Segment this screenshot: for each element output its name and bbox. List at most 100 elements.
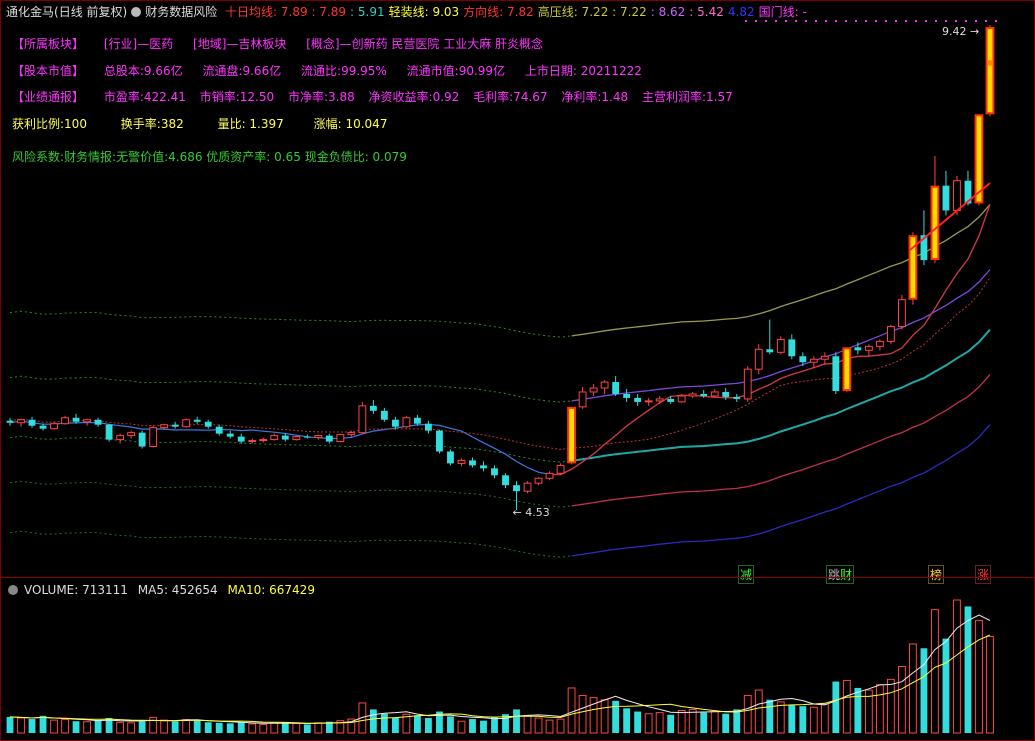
- candle-body: [886, 326, 895, 342]
- volume-bar: [975, 619, 983, 734]
- volume-bar: [931, 609, 939, 734]
- volume-bar: [237, 722, 245, 733]
- volume-bar: [127, 722, 136, 734]
- candle-body: [722, 391, 730, 397]
- volume-bar: [710, 711, 719, 734]
- candle-body: [149, 427, 158, 448]
- candle-body: [50, 423, 58, 430]
- volume-bar: [204, 722, 212, 733]
- volume-bar: [897, 666, 906, 734]
- candle-body: [534, 477, 543, 484]
- volume-bar: [369, 709, 377, 733]
- volume-bar: [809, 706, 818, 734]
- signal-finance: 跳财: [826, 565, 855, 584]
- candle-body: [259, 439, 268, 442]
- volume-bar: [799, 706, 807, 733]
- candle-body: [138, 432, 146, 447]
- volume-bar: [964, 606, 972, 733]
- volume-bar: [600, 699, 609, 734]
- candle-body: [303, 436, 311, 438]
- candle-body: [612, 382, 620, 394]
- candle-body: [667, 398, 675, 402]
- volume-bar: [766, 699, 774, 733]
- candle-body: [688, 393, 697, 397]
- volume-bar: [39, 715, 47, 733]
- volume-bar: [644, 713, 653, 734]
- candle-body: [391, 419, 399, 427]
- volume-bar: [545, 719, 554, 734]
- volume-bar: [226, 723, 234, 733]
- volume-bar: [722, 713, 730, 733]
- volume-bar: [776, 701, 785, 734]
- volume-bar: [754, 689, 763, 734]
- volume-bar: [270, 722, 279, 734]
- volume-bar: [743, 694, 752, 734]
- candle-body: [864, 345, 873, 351]
- candle-body: [160, 424, 169, 429]
- candle-body: [491, 468, 498, 476]
- band-lower-line: [571, 374, 991, 507]
- candle-body: [788, 339, 796, 357]
- band-bottom-line-dashed: [9, 530, 572, 558]
- candle-body: [369, 405, 377, 411]
- candle-body: [820, 355, 829, 360]
- volume-bar: [623, 708, 631, 733]
- candle-body: [281, 435, 289, 440]
- volume-bar: [820, 703, 829, 734]
- candle-body: [116, 435, 125, 441]
- volume-bar: [314, 722, 323, 734]
- volume-bar: [513, 709, 520, 733]
- candle-body: [380, 410, 388, 420]
- volume-value: VOLUME: 713111: [24, 583, 128, 597]
- volume-bar: [303, 724, 311, 733]
- volume-bar: [655, 712, 664, 734]
- volume-bar: [6, 716, 14, 733]
- candle-body: [457, 459, 466, 464]
- candle-body: [513, 485, 520, 492]
- candle-body: [17, 419, 25, 424]
- volume-bar: [523, 715, 532, 734]
- candle-body-highlight: [932, 187, 938, 259]
- candle-body: [171, 424, 179, 427]
- candle-body: [799, 356, 807, 363]
- volume-header: VOLUME: 713111 MA5: 452654 MA10: 667429: [6, 583, 321, 597]
- candle-body: [754, 348, 763, 370]
- candle-body: [600, 381, 609, 389]
- candle-body: [469, 460, 476, 466]
- volume-bar: [457, 720, 466, 734]
- support-line: [909, 182, 991, 251]
- volume-bar: [832, 681, 840, 733]
- band-upper-line: [571, 269, 991, 402]
- candle-body-highlight: [844, 349, 850, 389]
- band-mid-line-dashed: [9, 435, 572, 463]
- candle-body: [28, 419, 36, 426]
- gear-icon[interactable]: [8, 585, 18, 595]
- volume-bar: [50, 719, 58, 734]
- candle-body: [105, 424, 113, 440]
- candle-body-highlight: [976, 116, 982, 202]
- high-price-label: 9.42 →: [942, 25, 979, 38]
- candle-body: [942, 185, 950, 211]
- volume-bar: [380, 713, 388, 733]
- candle-body: [766, 349, 774, 353]
- band-top-line-dashed: [9, 310, 572, 338]
- volume-ma5: MA5: 452654: [137, 583, 218, 597]
- volume-bar: [447, 716, 454, 733]
- volume-bar: [842, 679, 851, 734]
- signal-rise: 涨: [975, 565, 992, 584]
- candle-body: [700, 393, 708, 396]
- candle-body: [39, 425, 47, 429]
- candle-body: [655, 398, 664, 402]
- candle-body-highlight: [569, 408, 574, 462]
- candle-body: [634, 397, 642, 402]
- candle-body: [237, 436, 245, 442]
- candle-body: [710, 391, 719, 397]
- volume-bar: [886, 678, 895, 734]
- price-chart[interactable]: 9.42 → ← 4.53: [0, 0, 1035, 741]
- volume-bar: [677, 709, 686, 734]
- volume-bar: [469, 719, 476, 733]
- volume-bar: [149, 716, 158, 734]
- volume-bar: [634, 711, 642, 733]
- candle-body: [447, 451, 454, 464]
- volume-bar: [491, 716, 498, 733]
